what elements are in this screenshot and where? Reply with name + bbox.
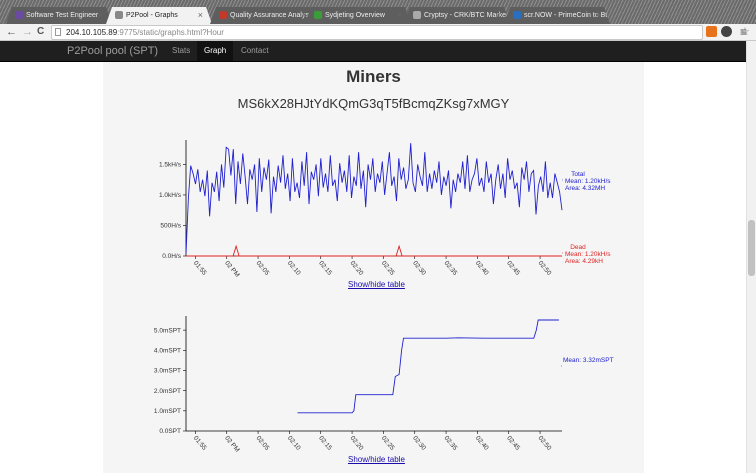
payout-chart: 0.0SPT 1.0mSPT 2.0mSPT 3.0mSPT 4.0mSPT 5.0mSP…: [154, 316, 614, 454]
y-tick-label: 2.0mSPT: [154, 388, 181, 395]
y-tick-label: 1.0mSPT: [154, 408, 181, 415]
y-tick-label: 0.0SPT: [159, 428, 181, 435]
x-tick-label: 01:55: [192, 435, 208, 452]
series-line-1: [297, 319, 559, 414]
show-hide-table-link-2[interactable]: Show/hide table: [348, 455, 405, 464]
y-tick-label: 3.0mSPT: [154, 368, 181, 375]
show-hide-table-link-1[interactable]: Show/hide table: [348, 280, 405, 289]
x-tick-label: 02:30: [411, 435, 427, 452]
y-tick-label: 4.0mSPT: [154, 347, 181, 354]
x-tick-label: 02 PM: [223, 435, 240, 454]
x-tick-label: 02:20: [349, 435, 365, 452]
x-tick-label: 02:35: [443, 435, 459, 452]
x-tick-label: 02:10: [286, 435, 302, 452]
x-tick-label: 02:40: [474, 435, 490, 452]
x-tick-label: 02:05: [255, 435, 271, 452]
x-tick-label: 02:25: [380, 435, 396, 452]
x-tick-label: 02:45: [505, 435, 521, 452]
y-tick-label: 5.0mSPT: [154, 327, 181, 334]
x-tick-label: 02:50: [537, 435, 553, 452]
x-tick-label: 02:15: [317, 435, 333, 452]
series-annotation: Mean: 3.32mSPT: [563, 357, 614, 364]
